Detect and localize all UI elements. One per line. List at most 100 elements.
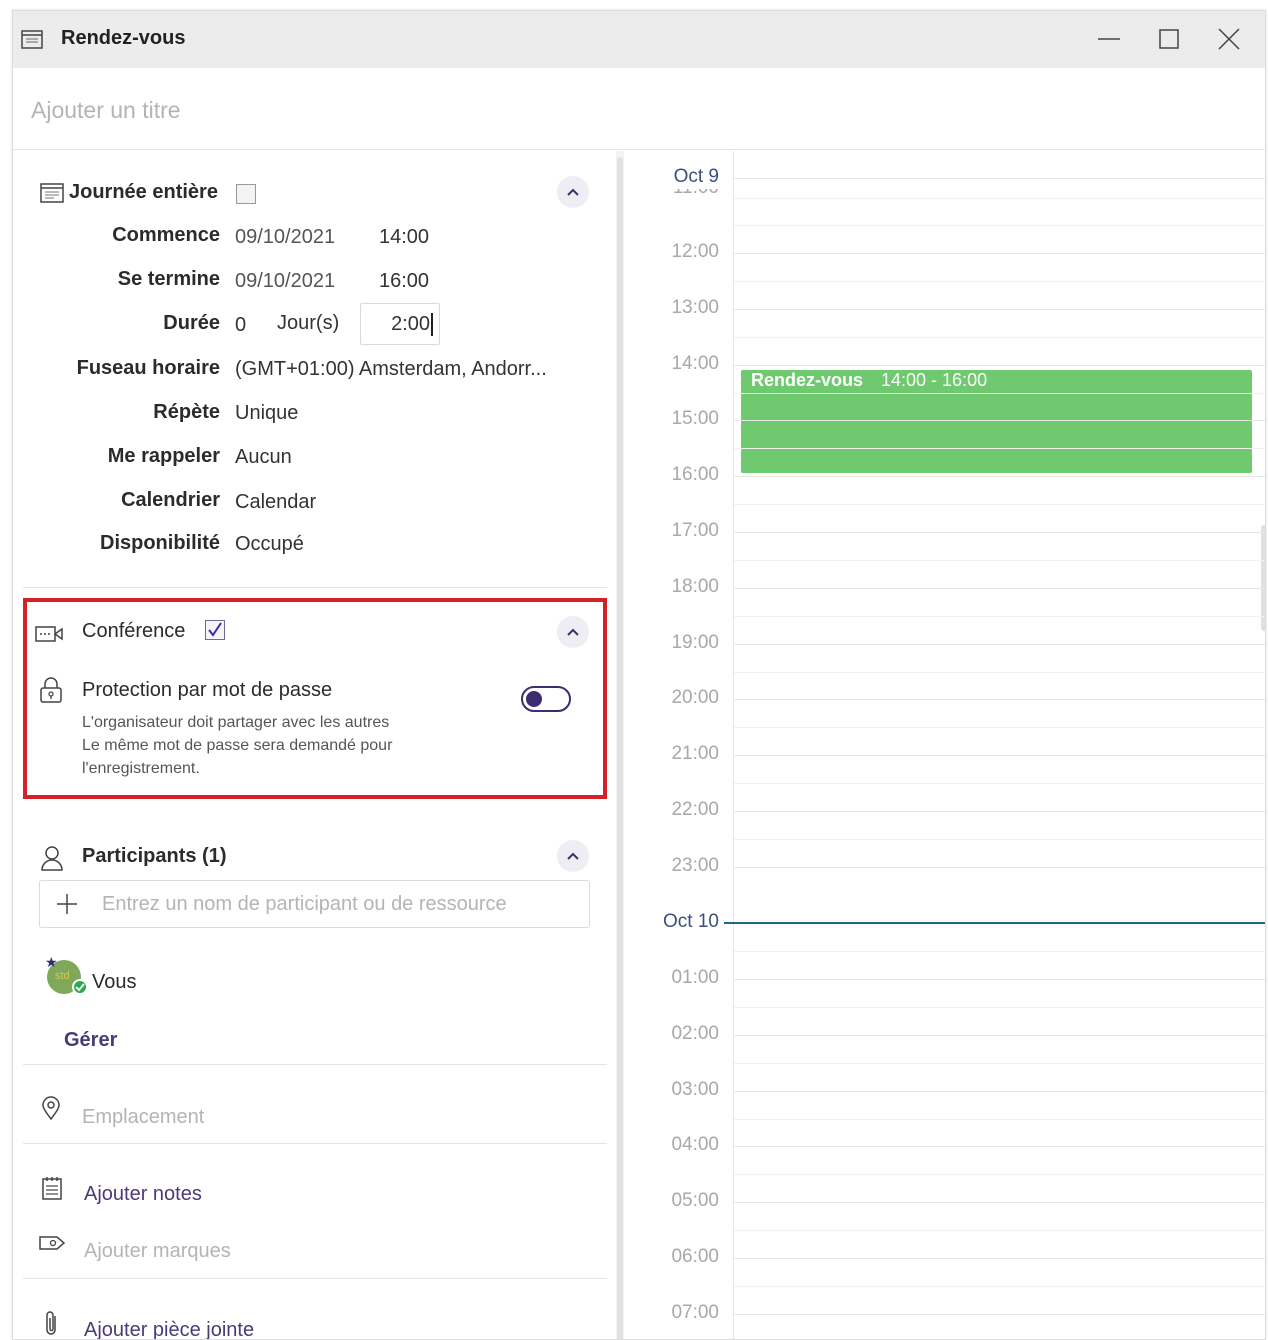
calendar-value[interactable]: Calendar xyxy=(235,491,316,514)
divider xyxy=(23,1278,607,1279)
hour-line xyxy=(734,1313,1265,1315)
hour-label: 16:00 xyxy=(671,464,719,486)
hour-label: 15:00 xyxy=(671,408,719,430)
toggle-knob xyxy=(526,691,542,707)
hour-line xyxy=(734,699,1265,701)
hour-line xyxy=(734,253,1265,254)
manage-link[interactable]: Gérer xyxy=(64,1029,117,1052)
hour-line xyxy=(734,1090,1265,1092)
partial-hour-label: 11:00 xyxy=(673,189,719,197)
timezone-value[interactable]: (GMT+01:00) Amsterdam, Andorr... xyxy=(235,358,547,381)
person-icon xyxy=(40,845,64,871)
day-label-oct10: Oct 10 xyxy=(663,911,719,932)
hour-label: 01:00 xyxy=(671,967,719,988)
minimize-button[interactable] xyxy=(1091,23,1127,55)
hour-line xyxy=(734,1202,1265,1204)
add-attachment-link[interactable]: Ajouter pièce jointe xyxy=(84,1319,254,1339)
end-time[interactable]: 16:00 xyxy=(379,270,429,293)
calendar-day-view[interactable]: Oct 9 11:00 12:00 13:00 14:00 15:00 16:00 17:… xyxy=(624,151,1265,1339)
participant-input[interactable] xyxy=(102,889,572,919)
hour-line xyxy=(734,476,1265,478)
availability-value[interactable]: Occupé xyxy=(235,533,304,556)
half-hour-line xyxy=(734,198,1265,199)
chevron-up-icon xyxy=(567,188,579,196)
half-hour-line xyxy=(734,671,1265,673)
details-collapse-button[interactable] xyxy=(557,176,589,208)
detail-labels: Commence Se termine Durée Fuseau horaire… xyxy=(13,151,220,554)
hour-label: 23:00 xyxy=(671,854,719,876)
half-hour-line xyxy=(734,280,1265,282)
details-panel: Journée entière Commence Se termine Duré… xyxy=(13,151,617,1339)
duration-time-field[interactable]: 2:00 xyxy=(360,303,440,345)
password-protection-toggle[interactable] xyxy=(521,686,571,712)
avatar-text: std xyxy=(55,970,70,982)
half-hour-line xyxy=(734,392,1265,394)
hour-line xyxy=(734,866,1265,868)
title-input[interactable] xyxy=(31,90,931,130)
window-title: Rendez-vous xyxy=(61,27,186,49)
repeat-value[interactable]: Unique xyxy=(235,402,298,425)
duration-days[interactable]: 0 xyxy=(235,314,246,337)
hour-line xyxy=(734,1258,1265,1259)
add-notes-link[interactable]: Ajouter notes xyxy=(84,1183,202,1206)
star-icon: ★ xyxy=(45,954,58,970)
end-date[interactable]: 09/10/2021 xyxy=(235,270,335,293)
half-hour-line xyxy=(734,1285,1265,1287)
add-tags-link[interactable]: Ajouter marques xyxy=(84,1240,231,1263)
all-day-checkbox[interactable] xyxy=(236,184,256,204)
day-boundary-line xyxy=(724,922,1265,924)
hour-label: 05:00 xyxy=(671,1190,719,1212)
maximize-button[interactable] xyxy=(1151,23,1187,55)
close-button[interactable] xyxy=(1211,23,1247,55)
divider xyxy=(23,1064,607,1065)
half-hour-line xyxy=(734,336,1265,338)
password-desc-line1: L'organisateur doit partager avec les au… xyxy=(82,714,390,731)
details-scrollbar[interactable] xyxy=(616,151,624,1339)
hour-line xyxy=(734,420,1265,422)
participant-input-box[interactable] xyxy=(39,880,590,928)
half-hour-line xyxy=(734,1174,1265,1176)
remind-label: Me rappeler xyxy=(107,445,220,467)
start-date[interactable]: 09/10/2021 xyxy=(235,226,335,249)
paperclip-icon xyxy=(43,1310,61,1338)
hour-label: 14:00 xyxy=(671,352,719,374)
chevron-up-icon xyxy=(567,628,579,636)
location-field[interactable]: Emplacement xyxy=(82,1106,204,1129)
duration-time: 2:00 xyxy=(391,313,433,336)
half-hour-line xyxy=(734,1118,1265,1120)
hour-line xyxy=(734,364,1265,366)
hour-label: 22:00 xyxy=(671,799,719,820)
checkmark-icon xyxy=(208,622,222,637)
half-hour-line xyxy=(734,783,1265,785)
event-block[interactable]: Rendez-vous 14:00 - 16:00 xyxy=(741,370,1252,473)
start-time[interactable]: 14:00 xyxy=(379,226,429,249)
hour-line xyxy=(734,1146,1265,1148)
hour-label: 07:00 xyxy=(671,1301,719,1323)
timezone-label: Fuseau horaire xyxy=(76,357,220,379)
half-hour-line xyxy=(734,727,1265,729)
hour-line xyxy=(734,755,1265,757)
hour-label: 03:00 xyxy=(671,1078,719,1100)
half-hour-line xyxy=(734,559,1265,561)
conference-checkbox[interactable] xyxy=(205,620,225,640)
duration-label: Durée xyxy=(163,312,220,334)
hour-label: 12:00 xyxy=(671,241,719,262)
half-hour-line xyxy=(734,1062,1265,1064)
duration-days-unit: Jour(s) xyxy=(277,312,340,334)
hour-label: 06:00 xyxy=(671,1246,719,1267)
title-bar[interactable]: Rendez-vous xyxy=(13,11,1265,68)
day-label-oct9: Oct 9 xyxy=(673,166,719,187)
participants-collapse-button[interactable] xyxy=(557,840,589,872)
event-time: 14:00 - 16:00 xyxy=(881,370,988,390)
hour-line xyxy=(734,811,1265,812)
hour-line xyxy=(734,643,1265,645)
remind-value[interactable]: Aucun xyxy=(235,446,292,469)
calendar-label: Calendrier xyxy=(121,489,220,511)
location-pin-icon xyxy=(41,1096,61,1120)
availability-label: Disponibilité xyxy=(100,532,220,554)
conference-collapse-button[interactable] xyxy=(557,616,589,648)
chevron-up-icon xyxy=(567,852,579,860)
plus-icon[interactable] xyxy=(56,893,78,915)
hour-label: 17:00 xyxy=(671,520,719,541)
scrollbar-thumb[interactable] xyxy=(617,157,623,1339)
